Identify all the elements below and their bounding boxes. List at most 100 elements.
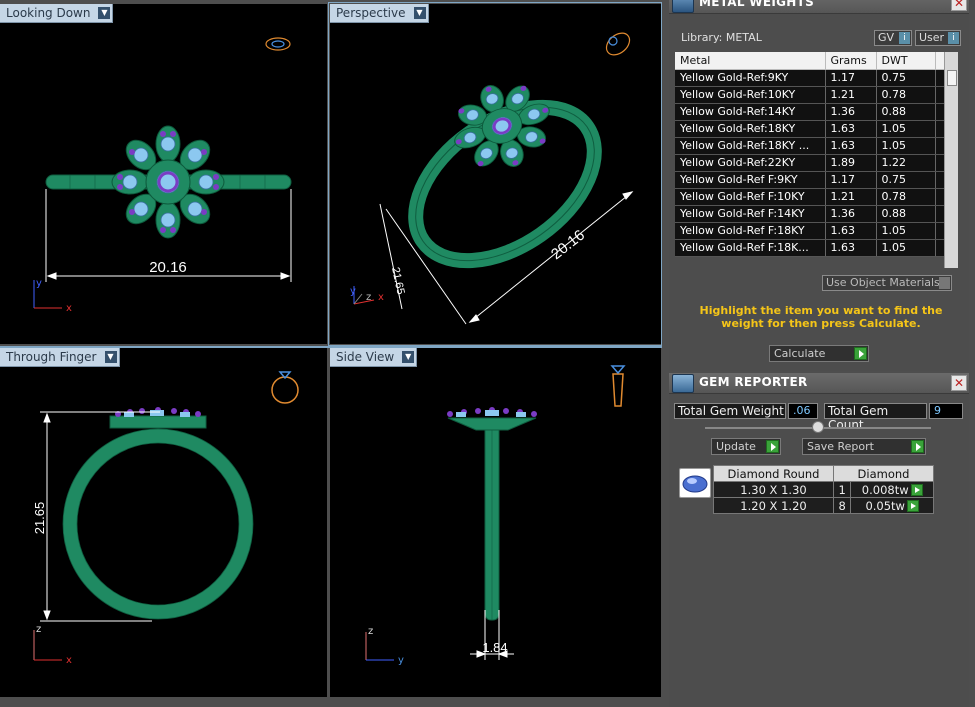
viewport-title-looking-down[interactable]: Looking Down ▼ — [0, 4, 114, 23]
play-icon[interactable] — [910, 484, 923, 496]
dwt-cell[interactable]: 1.22 — [876, 154, 936, 172]
grams-cell[interactable]: 1.63 — [825, 120, 877, 138]
metal-name-cell[interactable]: Yellow Gold-Ref F:9KY — [675, 171, 826, 189]
metal-name-cell[interactable]: Yellow Gold-Ref F:18KY — [675, 222, 826, 240]
gem-weight-cell: 0.05tw — [850, 497, 934, 514]
metal-table-scrollbar[interactable] — [944, 52, 958, 268]
total-gem-weight-value: .06 — [788, 403, 818, 419]
metal-name-cell[interactable]: Yellow Gold-Ref:22KY — [675, 154, 826, 172]
gem-header-shape: Diamond Round — [713, 465, 834, 482]
metal-name-cell[interactable]: Yellow Gold-Ref F:14KY — [675, 205, 826, 223]
metal-name-cell[interactable]: Yellow Gold-Ref:18KY ... — [675, 137, 826, 155]
table-row[interactable]: Yellow Gold-Ref F:14KY 1.36 0.88 — [675, 205, 947, 223]
metal-name-cell[interactable]: Yellow Gold-Ref F:10KY — [675, 188, 826, 206]
chevron-down-icon[interactable]: ▼ — [104, 351, 117, 363]
table-row[interactable]: Yellow Gold-Ref:22KY 1.89 1.22 — [675, 154, 947, 172]
total-gem-weight-label: Total Gem Weight — [674, 403, 786, 419]
close-icon[interactable]: ✕ — [951, 375, 967, 391]
svg-text:21.65: 21.65 — [389, 266, 406, 295]
viewport-title-perspective[interactable]: Perspective ▼ — [330, 4, 429, 23]
grams-cell[interactable]: 1.17 — [825, 171, 877, 189]
play-icon[interactable] — [906, 500, 919, 512]
column-header-grams[interactable]: Grams — [825, 52, 877, 70]
chevron-down-icon[interactable]: ▼ — [98, 7, 111, 19]
gem-size-cell: 1.20 X 1.20 — [713, 497, 834, 514]
metal-name-cell[interactable]: Yellow Gold-Ref F:18K... — [675, 239, 826, 257]
table-row[interactable]: Yellow Gold-Ref:18KY 1.63 1.05 — [675, 120, 947, 138]
chevron-down-icon[interactable]: ▼ — [413, 7, 426, 19]
grams-cell[interactable]: 1.21 — [825, 86, 877, 104]
viewport-side-view[interactable]: 1.84 z y Side View ▼ — [330, 348, 661, 697]
close-icon[interactable]: ✕ — [951, 0, 967, 11]
dwt-cell[interactable]: 0.78 — [876, 86, 936, 104]
viewport-through-finger[interactable]: 21.65 z x Through Finger ▼ — [0, 348, 327, 697]
viewport-title-side-view[interactable]: Side View ▼ — [330, 348, 418, 367]
side-view-scene: 1.84 z y — [365, 365, 626, 666]
table-row[interactable]: Yellow Gold-Ref:10KY 1.21 0.78 — [675, 86, 947, 104]
looking-down-dimension: 20.16 — [149, 259, 187, 276]
metal-name-cell[interactable]: Yellow Gold-Ref:10KY — [675, 86, 826, 104]
table-row[interactable]: Yellow Gold-Ref:14KY 1.36 0.88 — [675, 103, 947, 121]
dwt-cell[interactable]: 1.05 — [876, 120, 936, 138]
grams-cell[interactable]: 1.63 — [825, 239, 877, 257]
table-row[interactable]: Yellow Gold-Ref F:9KY 1.17 0.75 — [675, 171, 947, 189]
grams-cell[interactable]: 1.21 — [825, 188, 877, 206]
svg-text:z: z — [36, 624, 41, 635]
metal-name-cell[interactable]: Yellow Gold-Ref:18KY — [675, 120, 826, 138]
diamond-round-icon — [679, 468, 711, 498]
table-row[interactable]: Yellow Gold-Ref:9KY 1.17 0.75 — [675, 69, 947, 87]
dwt-cell[interactable]: 1.05 — [876, 137, 936, 155]
table-row[interactable]: 1.20 X 1.20 8 0.05tw — [713, 497, 934, 514]
viewport-perspective[interactable]: 20.16 21.65 y z x Perspective ▼ — [330, 4, 661, 344]
table-header-row: Metal Grams DWT — [675, 52, 947, 70]
table-row[interactable]: 1.30 X 1.30 1 0.008tw — [713, 481, 934, 498]
dwt-cell[interactable]: 0.75 — [876, 69, 936, 87]
update-button[interactable]: Update — [711, 438, 781, 455]
column-header-metal[interactable]: Metal — [675, 52, 826, 70]
metal-name-cell[interactable]: Yellow Gold-Ref:9KY — [675, 69, 826, 87]
viewport-looking-down[interactable]: 20.16 y x Looking Down ▼ — [0, 4, 327, 344]
viewport-title-through-finger[interactable]: Through Finger ▼ — [0, 348, 120, 367]
grams-cell[interactable]: 1.63 — [825, 137, 877, 155]
grams-cell[interactable]: 1.63 — [825, 222, 877, 240]
dwt-cell[interactable]: 0.88 — [876, 205, 936, 223]
grams-cell[interactable]: 1.36 — [825, 205, 877, 223]
table-row[interactable]: Yellow Gold-Ref F:10KY 1.21 0.78 — [675, 188, 947, 206]
view-cube-icon — [610, 365, 626, 407]
chevron-down-icon[interactable]: ▼ — [402, 351, 415, 363]
dwt-cell[interactable]: 0.75 — [876, 171, 936, 189]
grams-cell[interactable]: 1.17 — [825, 69, 877, 87]
metal-weights-table[interactable]: Metal Grams DWT Yellow Gold-Ref:9KY 1.17 0… — [675, 52, 947, 257]
grams-cell[interactable]: 1.36 — [825, 103, 877, 121]
table-row[interactable]: Yellow Gold-Ref:18KY ... 1.63 1.05 — [675, 137, 947, 155]
gem-report-table[interactable]: Diamond Round Diamond 1.30 X 1.30 1 0.008t… — [713, 465, 934, 514]
gem-reporter-title: GEM REPORTER — [699, 375, 808, 389]
svg-text:x: x — [66, 655, 72, 666]
dwt-cell[interactable]: 0.88 — [876, 103, 936, 121]
metal-name-cell[interactable]: Yellow Gold-Ref:14KY — [675, 103, 826, 121]
play-icon — [854, 347, 867, 360]
grams-cell[interactable]: 1.89 — [825, 154, 877, 172]
view-cube-icon — [605, 32, 631, 56]
play-icon — [911, 440, 924, 453]
column-header-dwt[interactable]: DWT — [876, 52, 936, 70]
calculate-button[interactable]: Calculate — [769, 345, 869, 362]
table-row[interactable]: Yellow Gold-Ref F:18K... 1.63 1.05 — [675, 239, 947, 257]
dwt-cell[interactable]: 1.05 — [876, 222, 936, 240]
save-report-button[interactable]: Save Report — [802, 438, 926, 455]
scroll-thumb[interactable] — [947, 70, 957, 86]
gv-toggle[interactable]: GV i — [874, 30, 912, 46]
dwt-cell[interactable]: 0.78 — [876, 188, 936, 206]
gem-count-cell: 1 — [832, 481, 852, 498]
use-object-materials-toggle[interactable]: Use Object Materials — [822, 275, 952, 291]
info-icon: i — [899, 32, 910, 44]
table-row[interactable]: Yellow Gold-Ref F:18KY 1.63 1.05 — [675, 222, 947, 240]
user-toggle[interactable]: User i — [915, 30, 961, 46]
splitter-handle[interactable] — [812, 421, 824, 433]
play-icon — [766, 440, 779, 453]
gem-reporter-header: GEM REPORTER ✕ — [669, 373, 969, 394]
toggle-icon — [939, 277, 950, 289]
dwt-cell[interactable]: 1.05 — [876, 239, 936, 257]
svg-text:y: y — [350, 286, 356, 297]
metal-weights-header: METAL WEIGHTS ✕ — [669, 0, 969, 14]
